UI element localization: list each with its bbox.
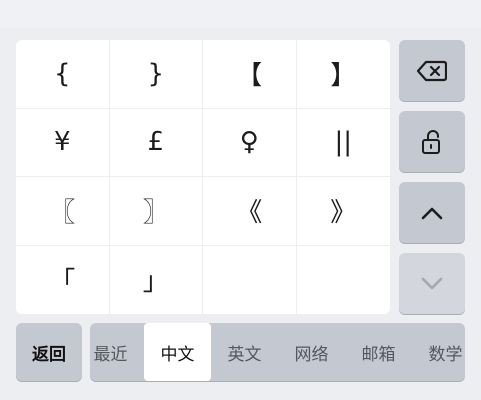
- symbol-key[interactable]: 【: [203, 40, 297, 109]
- page-up-button[interactable]: [399, 182, 465, 243]
- delete-button[interactable]: [399, 40, 465, 101]
- symbol-key[interactable]: }: [109, 40, 203, 109]
- empty-cell: [297, 246, 391, 315]
- category-tab-email[interactable]: 邮箱: [345, 323, 412, 381]
- symbol-key[interactable]: 《: [203, 177, 297, 246]
- symbol-key[interactable]: 】: [296, 40, 390, 109]
- category-tab-math[interactable]: 数学: [412, 323, 465, 381]
- symbol-key[interactable]: ♀: [203, 108, 297, 177]
- keyboard-top-area: [0, 0, 481, 28]
- symbol-key[interactable]: 「: [16, 245, 110, 314]
- empty-cell: [203, 245, 297, 314]
- chevron-down-icon: [421, 277, 443, 289]
- delete-icon: [417, 60, 447, 81]
- symbol-key[interactable]: {: [16, 40, 110, 109]
- symbol-key[interactable]: £: [109, 108, 203, 177]
- category-track: 最近 中文 英文 网络 邮箱 数学: [90, 323, 465, 381]
- chevron-up-icon: [421, 207, 443, 219]
- symbol-key[interactable]: 》: [296, 177, 390, 246]
- symbol-key[interactable]: 〗: [109, 177, 203, 246]
- symbol-category-bar: 最近 中文 英文 网络 邮箱 数学: [90, 323, 465, 381]
- lock-button[interactable]: [399, 111, 465, 172]
- symbol-key[interactable]: 」: [110, 245, 203, 314]
- page-down-button[interactable]: [399, 253, 465, 314]
- symbol-key[interactable]: 〖: [16, 177, 110, 246]
- symbol-key[interactable]: ||: [296, 109, 390, 177]
- category-tab-recent[interactable]: 最近: [90, 323, 144, 381]
- back-button[interactable]: 返回: [16, 323, 82, 381]
- symbol-key[interactable]: ¥: [16, 108, 110, 177]
- category-tab-chinese[interactable]: 中文: [144, 323, 211, 381]
- symbol-grid: { } 【 】 ¥ £ ♀ || 〖 〗 《 》 「 」: [16, 40, 390, 314]
- category-tab-network[interactable]: 网络: [278, 323, 345, 381]
- category-tab-english[interactable]: 英文: [211, 323, 278, 381]
- unlock-icon: [422, 129, 440, 154]
